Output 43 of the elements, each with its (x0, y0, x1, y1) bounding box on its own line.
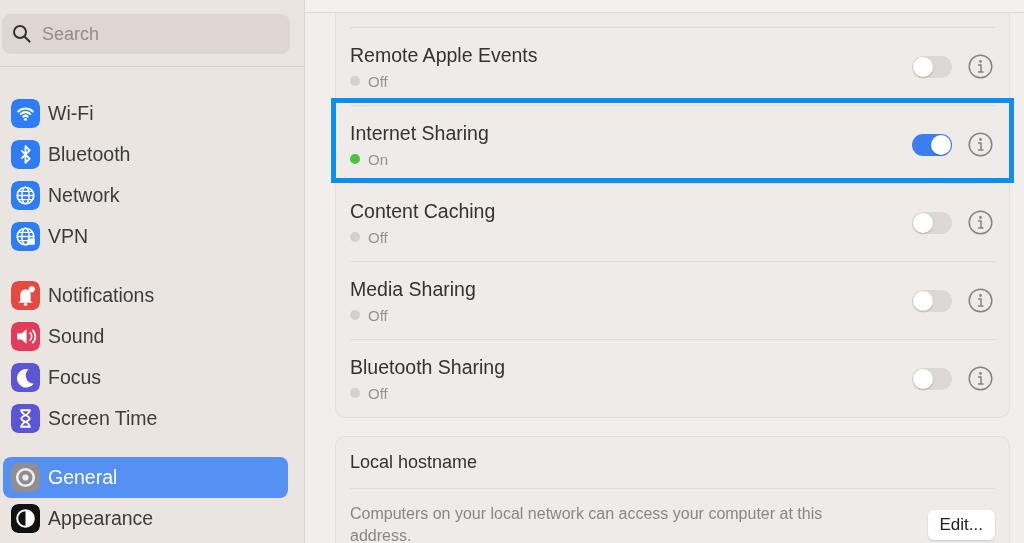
sidebar-item[interactable]: Screen Time (3, 398, 288, 439)
status-text: On (368, 150, 388, 168)
toggle-switch[interactable] (912, 289, 952, 312)
sidebar-item[interactable]: Sound (3, 316, 288, 357)
info-icon[interactable] (968, 132, 993, 157)
sidebar-item[interactable]: Focus (3, 357, 288, 398)
status-text: Off (368, 306, 388, 324)
toggle-switch[interactable] (912, 133, 952, 156)
speaker-icon (11, 322, 40, 351)
bluetooth-icon (11, 140, 40, 169)
search-icon (12, 24, 32, 44)
service-name: Media Sharing (350, 277, 477, 301)
service-name: Bluetooth Sharing (350, 355, 507, 379)
hourglass-icon (11, 404, 40, 433)
globe-icon (11, 181, 40, 210)
description-text: Computers on your local network can access your computer at this address. (350, 504, 824, 543)
info-icon[interactable] (968, 288, 993, 313)
section-title: Local hostname (350, 452, 478, 473)
edit-button[interactable]: Edit... (927, 510, 995, 540)
search-field[interactable]: Search (2, 14, 290, 54)
sidebar-item[interactable]: VPN (3, 216, 288, 257)
service-name: Content Caching (350, 199, 497, 223)
wifi-icon (11, 99, 40, 128)
bell-icon (11, 281, 40, 310)
sidebar-item[interactable]: Notifications (3, 275, 288, 316)
toggle-switch[interactable] (912, 367, 952, 390)
status-text: Off (368, 228, 388, 246)
globe-lock-icon (11, 222, 40, 251)
sidebar-item[interactable]: Wi-Fi (3, 93, 288, 134)
sidebar-item[interactable]: Appearance (3, 498, 288, 539)
appearance-icon (11, 504, 40, 533)
sidebar-item[interactable]: Network (3, 175, 288, 216)
service-name: Remote Apple Events (350, 43, 539, 67)
status-text: Off (368, 72, 388, 90)
info-icon[interactable] (968, 366, 993, 391)
service-name: Internet Sharing (350, 121, 490, 145)
info-icon[interactable] (968, 210, 993, 235)
toggle-switch[interactable] (912, 55, 952, 78)
toggle-switch[interactable] (912, 211, 952, 234)
info-icon[interactable] (968, 54, 993, 79)
status-text: Off (368, 384, 388, 402)
sidebar-item[interactable]: Bluetooth (3, 134, 288, 175)
moon-icon (11, 363, 40, 392)
